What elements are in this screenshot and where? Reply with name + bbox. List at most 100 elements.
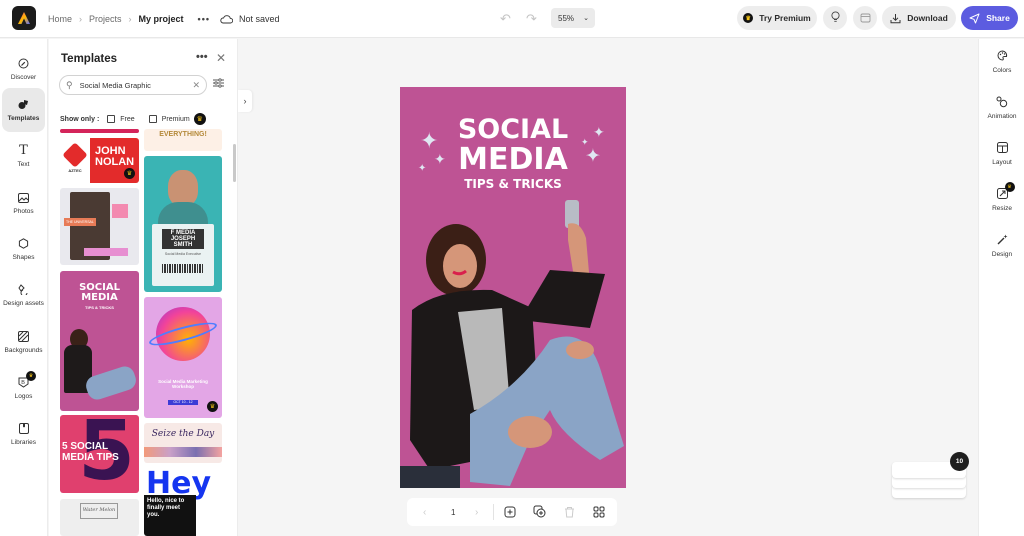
sparkle-icon: ✦: [593, 124, 605, 140]
rightbar-item-animation[interactable]: Animation: [979, 96, 1024, 120]
breadcrumb-projects[interactable]: Projects: [89, 14, 122, 24]
sidebar-item-text[interactable]: T Text: [2, 134, 45, 178]
send-icon: [969, 13, 980, 24]
more-options-button[interactable]: •••: [198, 14, 210, 24]
sidebar-item-label: Shapes: [12, 253, 35, 261]
template-thumbnail[interactable]: Seize the Day: [144, 423, 222, 463]
palette-icon: [997, 50, 1008, 64]
template-thumbnail[interactable]: F MEDIA JOSEPH SMITH Social Media Execut…: [144, 156, 222, 292]
breadcrumb-home[interactable]: Home: [48, 14, 72, 24]
clear-search-icon[interactable]: ✕: [192, 80, 200, 91]
try-premium-button[interactable]: ♛ Try Premium: [737, 6, 817, 30]
redo-button[interactable]: ↷: [526, 11, 537, 27]
template-thumbnail[interactable]: SOCIAL MEDIA TIPS & TRICKS: [60, 271, 139, 411]
delete-page-icon[interactable]: [564, 506, 575, 520]
template-subtitle: Social Media Executive: [164, 252, 202, 256]
free-checkbox[interactable]: [107, 115, 116, 123]
template-subtitle: Hello, nice to finally meet you.: [144, 495, 196, 536]
sparkle-icon: ✦: [434, 151, 446, 167]
panel-scrollbar[interactable]: [233, 144, 236, 182]
sidebar-item-templates[interactable]: Templates: [2, 88, 45, 132]
sidebar-item-libraries[interactable]: Libraries: [2, 412, 45, 456]
search-icon: ⚲: [66, 79, 73, 90]
template-thumbnail[interactable]: THE UNIVERSAL: [60, 188, 139, 265]
text-icon: T: [19, 143, 28, 158]
share-button[interactable]: Share: [961, 6, 1018, 30]
template-thumbnail[interactable]: AZTEC JOHN NOLAN ♛: [60, 138, 139, 183]
sidebar-item-logos[interactable]: B ♛ Logos: [2, 366, 45, 410]
ideas-button[interactable]: [823, 6, 847, 30]
add-page-icon[interactable]: [504, 506, 516, 520]
previous-page-button[interactable]: ‹: [423, 507, 426, 518]
rightbar-item-colors[interactable]: Colors: [979, 50, 1024, 74]
download-button[interactable]: Download: [882, 6, 956, 30]
rightbar-item-design[interactable]: Design: [979, 234, 1024, 258]
resize-icon: ♛: [996, 182, 1015, 202]
sidebar-item-label: Libraries: [11, 438, 36, 446]
portrait: [168, 170, 198, 206]
premium-checkbox[interactable]: [148, 115, 157, 123]
duplicate-page-icon[interactable]: [533, 505, 546, 520]
template-thumbnail[interactable]: [60, 129, 139, 133]
premium-label: Premium: [161, 115, 190, 123]
template-thumbnail[interactable]: Hey Hello, nice to finally meet you.: [144, 469, 222, 536]
zoom-select[interactable]: 55% ⌄: [551, 8, 595, 28]
schedule-button[interactable]: [853, 6, 877, 30]
knee-rip: [508, 416, 552, 448]
project-name[interactable]: My project: [139, 14, 184, 24]
layout-icon: [996, 142, 1008, 156]
crown-icon: ♛: [743, 13, 754, 23]
sunset-band: [144, 447, 222, 457]
rightbar-item-label: Design: [991, 251, 1013, 258]
template-thumbnail[interactable]: Social Media Marketing Workshop OCT 10 -…: [144, 297, 222, 418]
sidebar-item-photos[interactable]: Photos: [2, 181, 45, 225]
premium-badge: ♛: [124, 168, 135, 179]
canvas-subtitle[interactable]: TIPS & TRICKS: [400, 178, 626, 191]
template-title: Social Media Marketing Workshop: [158, 379, 208, 389]
app-logo[interactable]: [12, 6, 36, 30]
rightbar-item-label: Colors: [992, 67, 1012, 74]
download-icon: [890, 13, 901, 24]
undo-button[interactable]: ↶: [500, 11, 511, 27]
panel-more-button[interactable]: •••: [196, 51, 208, 63]
premium-badge: ♛: [207, 401, 218, 412]
template-band: [84, 248, 128, 256]
templates-panel: Templates ••• ✕ ⚲ Social Media Graphic ✕…: [49, 39, 238, 536]
photo-woman-selfie[interactable]: [400, 200, 626, 488]
sidebar-item-label: Photos: [13, 207, 34, 215]
sidebar-item-design-assets[interactable]: Design assets: [2, 273, 45, 317]
rightbar-item-layout[interactable]: Layout: [979, 142, 1024, 166]
chevron-right-icon: ›: [79, 14, 83, 24]
design-canvas[interactable]: SOCIAL MEDIA TIPS & TRICKS ✦ ✦ ✦ ✦ ✦ ✦: [400, 87, 626, 488]
sidebar-item-shapes[interactable]: Shapes: [2, 227, 45, 271]
save-status: Not saved: [239, 14, 280, 24]
next-page-button[interactable]: ›: [475, 507, 478, 518]
template-title: Seize the Day: [151, 429, 215, 439]
filter-icon[interactable]: [213, 78, 224, 91]
rightbar-item-resize[interactable]: ♛ Resize: [979, 182, 1024, 212]
barcode: [162, 264, 204, 273]
template-title: SOCIAL MEDIA: [79, 282, 120, 303]
grid-view-icon[interactable]: [593, 506, 605, 520]
sidebar-item-label: Discover: [10, 73, 37, 81]
search-input[interactable]: Social Media Graphic: [80, 81, 151, 90]
collapse-panel-button[interactable]: ›: [238, 90, 252, 112]
jacket-sleeve: [520, 270, 605, 328]
search-field[interactable]: ⚲ Social Media Graphic ✕: [59, 75, 207, 95]
right-sidebar: Colors Animation Layout ♛ Resize Design: [978, 39, 1024, 536]
template-subtitle: OCT 10 - 12: [168, 400, 198, 405]
template-thumbnail[interactable]: EVERYTHING!: [144, 129, 222, 151]
page-controls: ‹ 1 ›: [407, 498, 617, 526]
sidebar-item-backgrounds[interactable]: Backgrounds: [2, 320, 45, 364]
animation-icon: [996, 96, 1008, 110]
template-title: THE UNIVERSAL: [64, 218, 96, 226]
close-icon[interactable]: ✕: [216, 51, 226, 65]
sidebar-item-discover[interactable]: Discover: [2, 47, 45, 91]
aztec-logo: AZTEC: [60, 138, 90, 183]
template-thumbnail[interactable]: 5 5 SOCIAL MEDIA TIPS: [60, 415, 139, 493]
free-label: Free: [120, 115, 135, 123]
template-thumbnail[interactable]: Water Melon: [60, 499, 139, 536]
sidebar-item-label: Design assets: [3, 299, 44, 307]
premium-badge: ♛: [1004, 182, 1015, 192]
share-label: Share: [986, 13, 1010, 23]
